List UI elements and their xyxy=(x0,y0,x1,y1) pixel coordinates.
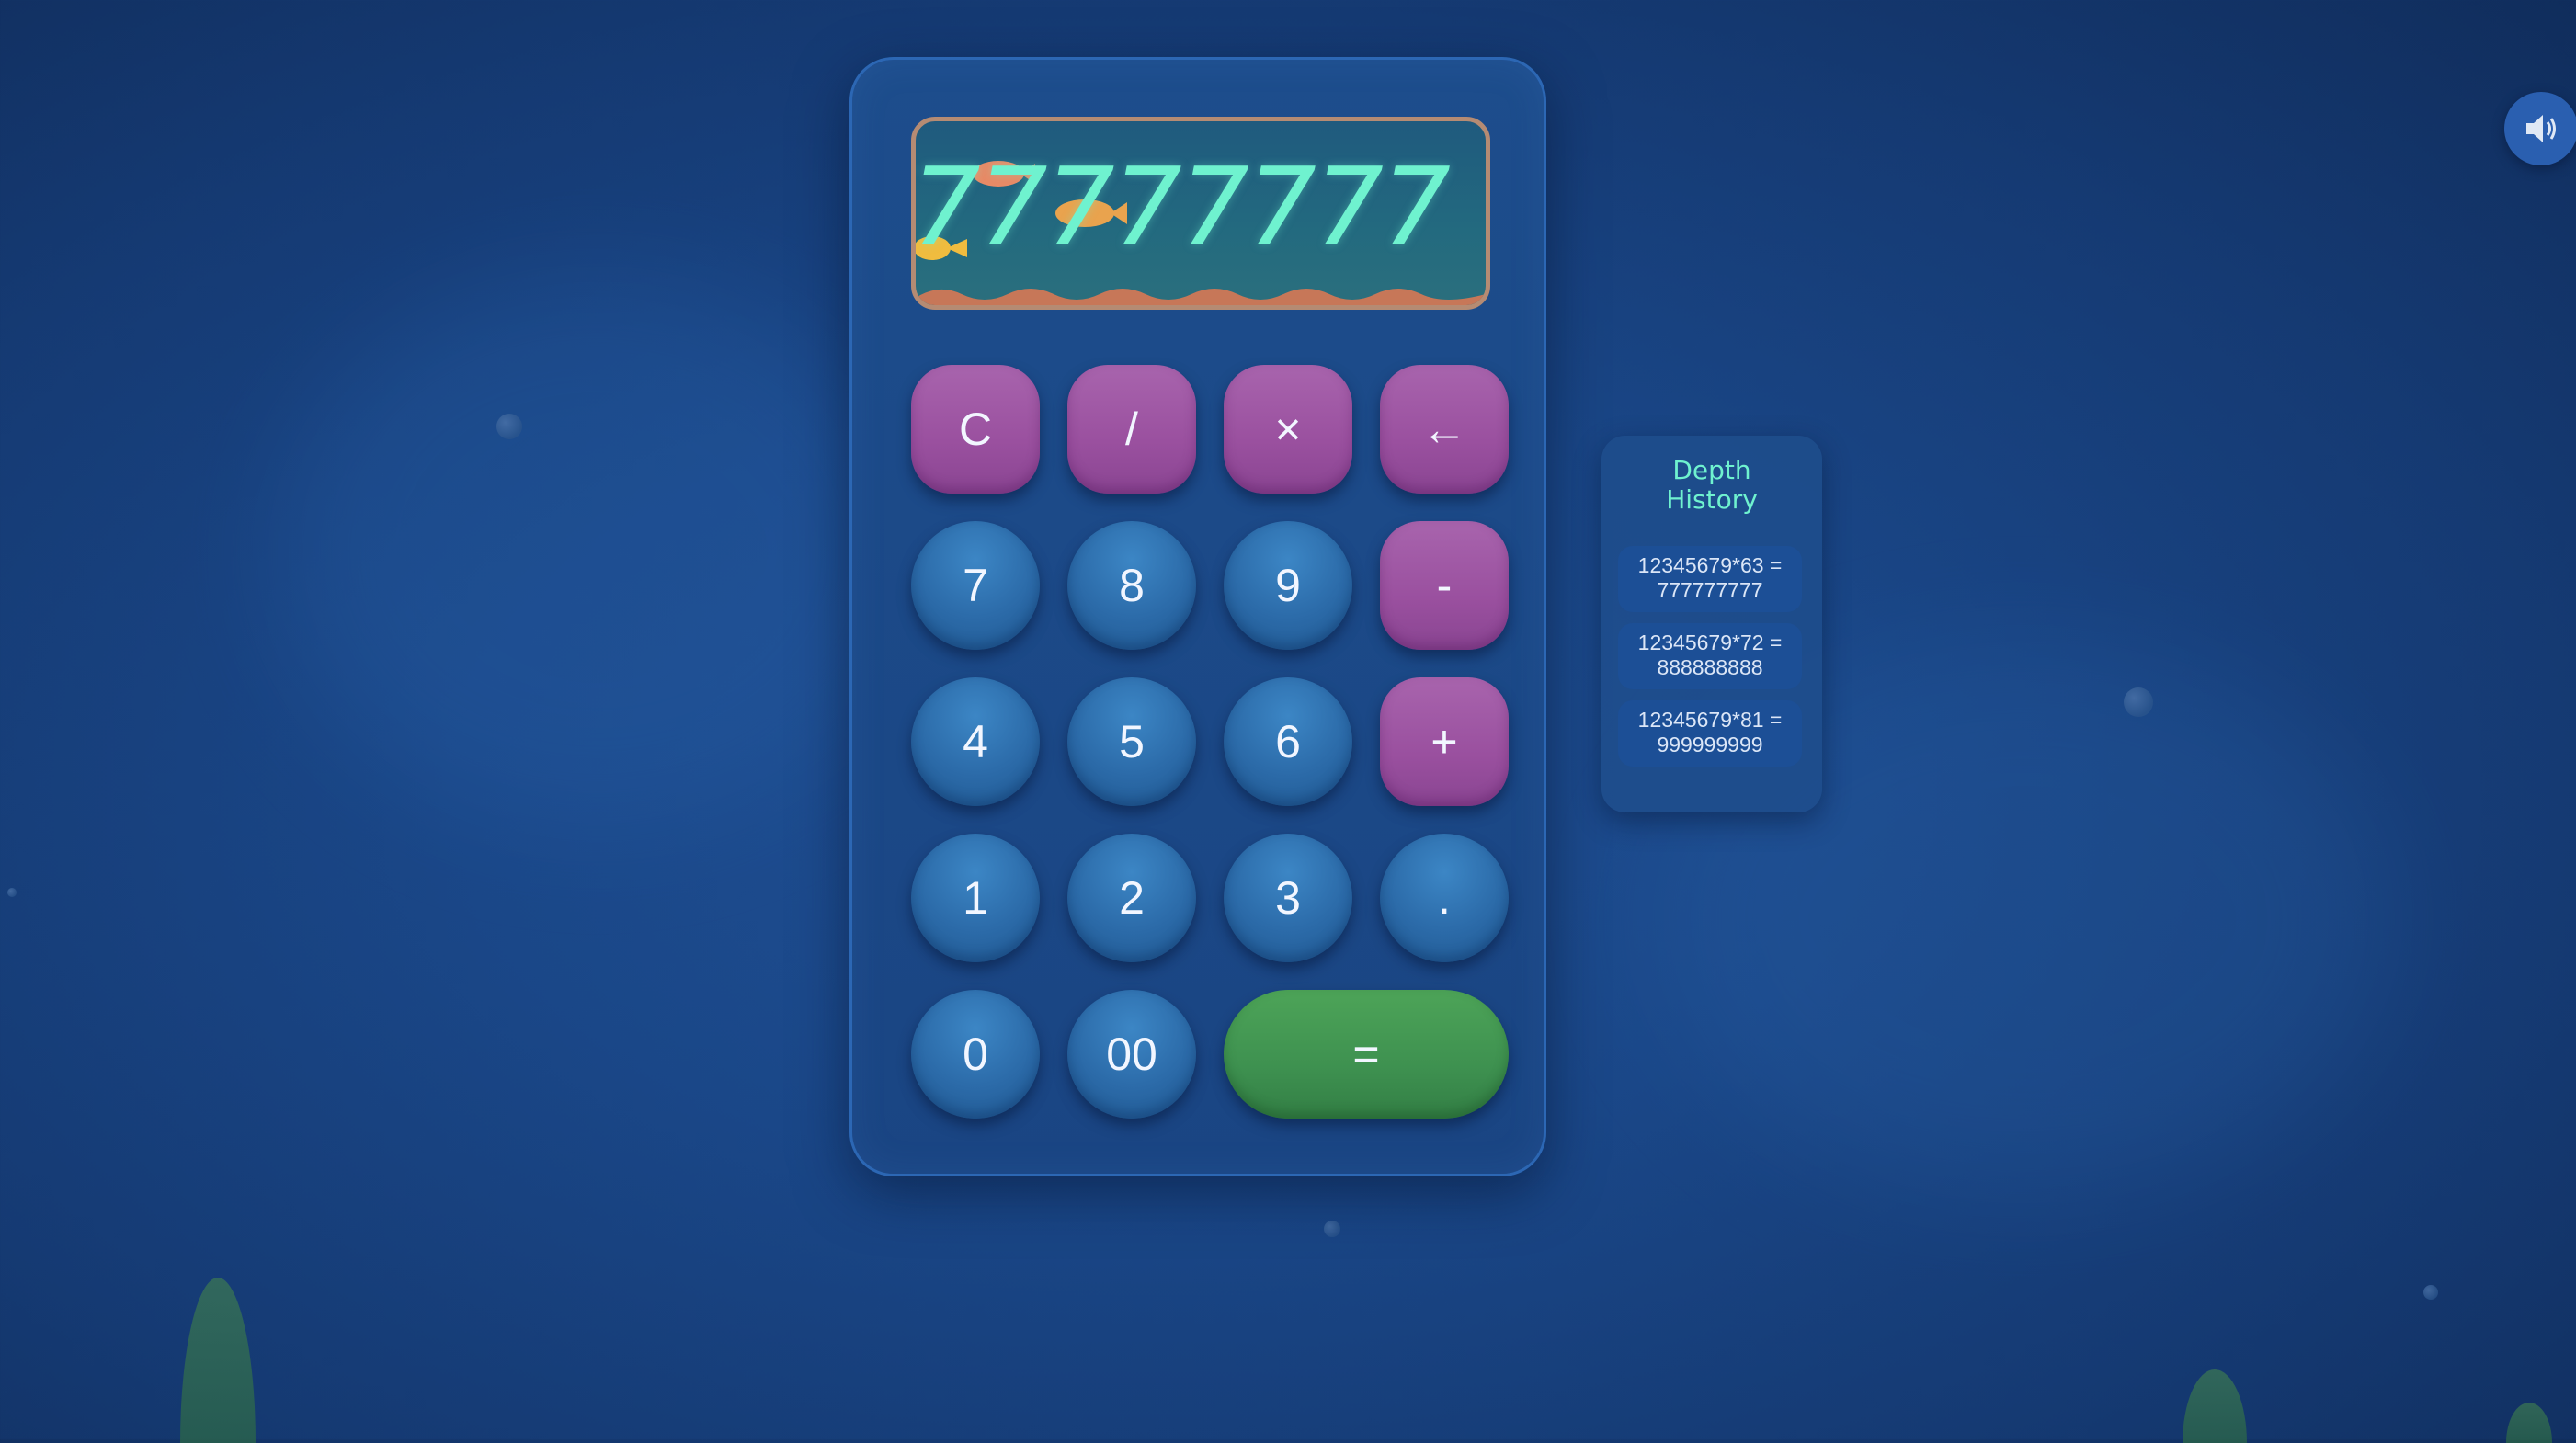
history-result: 777777777 xyxy=(1657,578,1763,602)
history-item[interactable]: 12345679*81 = 999999999 xyxy=(1618,700,1802,767)
add-button[interactable]: + xyxy=(1380,677,1509,806)
history-title: Depth History xyxy=(1666,455,1758,515)
subtract-button[interactable]: - xyxy=(1380,521,1509,650)
digit-2-button[interactable]: 2 xyxy=(1067,834,1196,962)
seaweed xyxy=(180,1278,256,1443)
display-value: 777777777 xyxy=(911,143,1451,270)
history-panel: Depth History 12345679*63 = 777777777 12… xyxy=(1601,436,1822,812)
digit-0-button[interactable]: 0 xyxy=(911,990,1040,1119)
seaweed xyxy=(2506,1403,2552,1443)
history-expression: 12345679*63 = xyxy=(1637,553,1783,577)
digit-6-button[interactable]: 6 xyxy=(1224,677,1352,806)
digit-7-button[interactable]: 7 xyxy=(911,521,1040,650)
digit-4-button[interactable]: 4 xyxy=(911,677,1040,806)
sand-waves xyxy=(916,289,1486,305)
multiply-button[interactable]: × xyxy=(1224,365,1352,494)
speaker-icon xyxy=(2526,115,2556,142)
digit-3-button[interactable]: 3 xyxy=(1224,834,1352,962)
digit-1-button[interactable]: 1 xyxy=(911,834,1040,962)
bubble xyxy=(7,888,17,897)
bubble xyxy=(1324,1221,1340,1237)
history-result: 999999999 xyxy=(1657,733,1763,756)
decimal-button[interactable]: . xyxy=(1380,834,1509,962)
history-item[interactable]: 12345679*72 = 888888888 xyxy=(1618,623,1802,689)
display-screen: 777777777 xyxy=(911,117,1490,310)
history-item[interactable]: 12345679*63 = 777777777 xyxy=(1618,546,1802,612)
history-expression: 12345679*81 = xyxy=(1637,708,1783,732)
calculator: 777777777 C / × ← 7 8 9 - 4 5 6 + 1 2 3 … xyxy=(849,57,1546,1176)
history-expression: 12345679*72 = xyxy=(1637,631,1783,654)
bubble xyxy=(2423,1285,2438,1300)
digit-8-button[interactable]: 8 xyxy=(1067,521,1196,650)
backspace-button[interactable]: ← xyxy=(1380,365,1509,494)
bubble xyxy=(496,414,522,439)
clear-button[interactable]: C xyxy=(911,365,1040,494)
history-result: 888888888 xyxy=(1657,655,1763,679)
digit-5-button[interactable]: 5 xyxy=(1067,677,1196,806)
seaweed xyxy=(2183,1369,2247,1443)
background-glow xyxy=(276,276,919,827)
bubble xyxy=(2124,687,2153,717)
divide-button[interactable]: / xyxy=(1067,365,1196,494)
sound-toggle-button[interactable] xyxy=(2504,92,2576,165)
digit-9-button[interactable]: 9 xyxy=(1224,521,1352,650)
equals-button[interactable]: = xyxy=(1224,990,1509,1119)
double-zero-button[interactable]: 00 xyxy=(1067,990,1196,1119)
